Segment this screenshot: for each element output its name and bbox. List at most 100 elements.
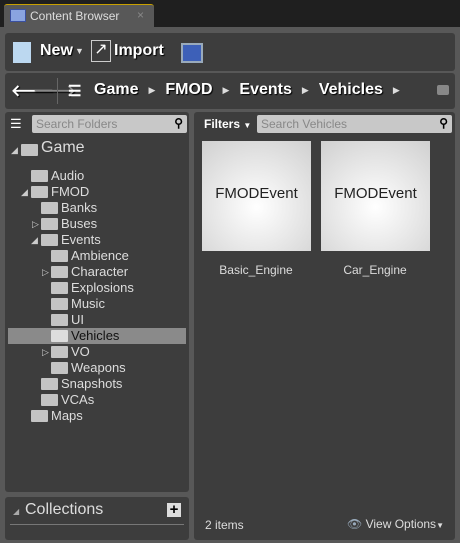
folder-icon bbox=[41, 394, 58, 406]
view-options-button[interactable]: 👁 View Options▼ bbox=[347, 517, 444, 531]
asset-tile[interactable]: FMODEvent Car_Engine bbox=[315, 141, 435, 277]
search-assets-input[interactable]: Search Vehicles ⚲ bbox=[257, 115, 452, 133]
eye-icon: 👁 bbox=[347, 517, 363, 531]
asset-name: Basic_Engine bbox=[219, 263, 293, 277]
folder-item-fmod[interactable]: ◢ FMOD bbox=[8, 184, 186, 200]
asset-panel: Filters ▼ Search Vehicles ⚲ FMODEvent Ba… bbox=[194, 112, 455, 540]
breadcrumb: Game ▶ FMOD ▶ Events ▶ Vehicles ▶ bbox=[94, 81, 400, 99]
search-folders-input[interactable]: Search Folders ⚲ bbox=[32, 115, 187, 133]
folder-item-ui[interactable]: UI bbox=[8, 312, 186, 328]
folder-item-music[interactable]: Music bbox=[8, 296, 186, 312]
folder-icon bbox=[41, 378, 58, 390]
search-assets-placeholder: Search Vehicles bbox=[261, 117, 348, 131]
navigation-bar: 🡐 🡒 ☰ Game ▶ FMOD ▶ Events ▶ Vehicles ▶ bbox=[5, 73, 455, 109]
tab-content-browser[interactable]: Content Browser × bbox=[4, 4, 154, 27]
divider bbox=[57, 78, 58, 104]
import-label: Import bbox=[114, 42, 164, 59]
search-folders-placeholder: Search Folders bbox=[36, 117, 118, 131]
folder-item-maps[interactable]: Maps bbox=[8, 408, 186, 424]
folder-label: Events bbox=[61, 232, 101, 247]
breadcrumb-arrow-icon[interactable]: ▶ bbox=[302, 85, 309, 96]
breadcrumb-game[interactable]: Game bbox=[94, 81, 138, 99]
new-label: New bbox=[40, 42, 73, 59]
expanded-arrow-icon[interactable]: ◢ bbox=[21, 184, 28, 200]
collapse-arrow-icon[interactable]: ◢ bbox=[13, 507, 19, 516]
folder-item-events[interactable]: ◢ Events bbox=[8, 232, 186, 248]
new-button[interactable]: New ▼ bbox=[10, 40, 85, 64]
main-toolbar: New ▼ ↗ Import bbox=[5, 33, 455, 71]
breadcrumb-fmod[interactable]: FMOD bbox=[165, 81, 212, 99]
folder-icon bbox=[51, 346, 68, 358]
grid-icon bbox=[10, 9, 26, 22]
breadcrumb-events[interactable]: Events bbox=[239, 81, 291, 99]
folder-icon bbox=[51, 282, 68, 294]
folder-item-audio[interactable]: Audio bbox=[8, 168, 186, 184]
asset-thumbnail: FMODEvent bbox=[202, 141, 311, 251]
item-count: 2 items bbox=[205, 518, 244, 532]
folder-label: Game bbox=[41, 139, 85, 156]
folder-icon bbox=[21, 144, 38, 156]
folder-label: Audio bbox=[51, 168, 85, 183]
import-icon: ↗ bbox=[91, 40, 111, 62]
folder-item-game[interactable]: ◢ Game bbox=[8, 139, 186, 158]
folder-icon bbox=[31, 410, 48, 422]
folder-item-explosions[interactable]: Explosions bbox=[8, 280, 186, 296]
filters-button[interactable]: Filters ▼ bbox=[204, 117, 251, 131]
folder-label: Banks bbox=[61, 200, 98, 215]
breadcrumb-arrow-icon[interactable]: ▶ bbox=[148, 85, 155, 96]
folder-icon bbox=[51, 250, 68, 262]
folder-icon bbox=[51, 362, 68, 374]
chevron-down-icon: ▼ bbox=[75, 46, 84, 56]
asset-tile[interactable]: FMODEvent Basic_Engine bbox=[196, 141, 316, 277]
folder-item-character[interactable]: ▷ Character bbox=[8, 264, 186, 280]
collapsed-arrow-icon[interactable]: ▷ bbox=[32, 216, 39, 232]
save-all-icon[interactable] bbox=[181, 43, 203, 63]
folder-item-buses[interactable]: ▷ Buses bbox=[8, 216, 186, 232]
breadcrumb-arrow-icon[interactable]: ▶ bbox=[223, 85, 230, 96]
folder-item-weapons[interactable]: Weapons bbox=[8, 360, 186, 376]
folder-item-vehicles[interactable]: Vehicles bbox=[8, 328, 186, 344]
folder-icon bbox=[51, 298, 68, 310]
asset-thumbnail: FMODEvent bbox=[321, 141, 430, 251]
sources-list-icon[interactable]: ☰ bbox=[68, 82, 81, 100]
folder-label: VCAs bbox=[61, 392, 95, 407]
add-collection-button[interactable]: + bbox=[167, 502, 181, 517]
folder-icon bbox=[51, 314, 68, 326]
folder-item-ambience[interactable]: Ambience bbox=[8, 248, 186, 264]
expanded-arrow-icon[interactable]: ◢ bbox=[31, 232, 38, 248]
folder-item-vcas[interactable]: VCAs bbox=[8, 392, 186, 408]
folder-label: Explosions bbox=[71, 280, 134, 295]
folder-panel: ☰ Search Folders ⚲ ◢ Game Audio ◢ FMOD Banks ▷… bbox=[5, 112, 189, 492]
folder-label: Weapons bbox=[71, 360, 126, 375]
folder-label: Snapshots bbox=[61, 376, 123, 391]
tab-title: Content Browser bbox=[30, 9, 120, 23]
expanded-arrow-icon[interactable]: ◢ bbox=[11, 142, 18, 158]
folder-icon bbox=[51, 330, 68, 342]
collapsed-arrow-icon[interactable]: ▷ bbox=[42, 344, 49, 360]
folder-label: Music bbox=[71, 296, 105, 311]
breadcrumb-arrow-icon[interactable]: ▶ bbox=[393, 85, 400, 96]
divider bbox=[10, 524, 184, 525]
folder-label: Maps bbox=[51, 408, 83, 423]
search-icon[interactable]: ⚲ bbox=[439, 116, 448, 130]
folder-label: Ambience bbox=[71, 248, 129, 263]
toggle-sources-icon[interactable]: ☰ bbox=[10, 116, 22, 132]
folder-label: UI bbox=[71, 312, 84, 327]
folder-icon bbox=[41, 202, 58, 214]
collapsed-arrow-icon[interactable]: ▷ bbox=[42, 264, 49, 280]
folder-item-vo[interactable]: ▷ VO bbox=[8, 344, 186, 360]
tab-bar: Content Browser × bbox=[0, 0, 460, 27]
folder-item-snapshots[interactable]: Snapshots bbox=[8, 376, 186, 392]
lock-icon[interactable] bbox=[437, 85, 449, 95]
chevron-down-icon: ▼ bbox=[436, 521, 444, 530]
chevron-down-icon: ▼ bbox=[243, 121, 252, 130]
folder-label: Buses bbox=[61, 216, 98, 231]
import-button[interactable]: ↗ Import bbox=[90, 40, 170, 64]
folder-icon bbox=[31, 170, 48, 182]
search-icon[interactable]: ⚲ bbox=[174, 116, 183, 130]
folder-icon bbox=[41, 234, 58, 246]
collections-title: Collections bbox=[25, 501, 104, 518]
breadcrumb-vehicles[interactable]: Vehicles bbox=[319, 81, 383, 99]
close-tab-button[interactable]: × bbox=[137, 8, 144, 22]
folder-item-banks[interactable]: Banks bbox=[8, 200, 186, 216]
